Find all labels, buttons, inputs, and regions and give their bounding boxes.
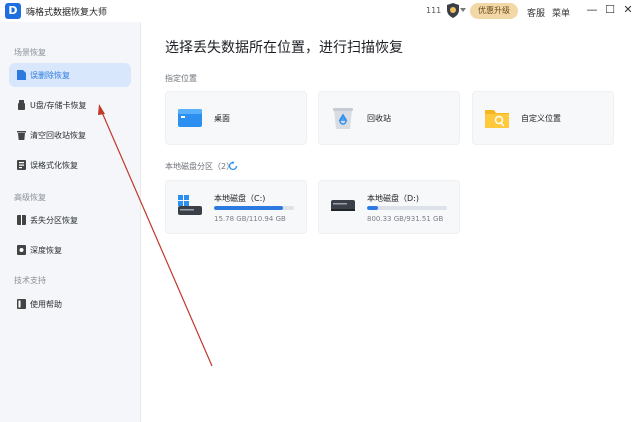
sidebar-item-label: 丢失分区恢复 xyxy=(30,216,78,225)
chevron-down-icon[interactable] xyxy=(460,8,466,12)
location-card-desktop[interactable]: 桌面 xyxy=(165,91,307,145)
maximize-icon[interactable]: ☐ xyxy=(604,4,616,16)
sidebar-item-label: 清空回收站恢复 xyxy=(30,131,86,140)
folder-search-icon xyxy=(485,110,509,128)
location-card-recycle[interactable]: 回收站 xyxy=(318,91,460,145)
partition-icon xyxy=(17,215,26,225)
file-icon xyxy=(17,70,26,80)
sidebar-item-label: U盘/存储卡恢复 xyxy=(30,101,87,110)
app-title: 嗨格式数据恢复大师 xyxy=(26,8,108,18)
app-logo: D xyxy=(5,3,21,19)
sidebar-item-deep-recovery[interactable]: 深度恢复 xyxy=(9,238,131,262)
page-title: 选择丢失数据所在位置，进行扫描恢复 xyxy=(165,40,403,56)
sidebar-item-help[interactable]: 使用帮助 xyxy=(9,292,131,316)
close-icon[interactable]: ✕ xyxy=(622,4,634,16)
sidebar-item-label: 误格式化恢复 xyxy=(30,161,78,170)
sidebar-item-label: 使用帮助 xyxy=(30,300,62,309)
sidebar-item-label: 误删除恢复 xyxy=(30,71,70,80)
section-title-support: 技术支持 xyxy=(14,276,46,285)
desktop-icon xyxy=(178,109,202,127)
drive-card-c[interactable]: 本地磁盘（C:) 15.78 GB/110.94 GB xyxy=(165,180,307,234)
upgrade-button[interactable]: 优惠升级 xyxy=(470,3,518,19)
section-title-advanced: 高级恢复 xyxy=(14,193,46,202)
recycle-bin-icon xyxy=(17,131,26,140)
help-book-icon xyxy=(17,299,26,309)
recycle-bin-icon xyxy=(333,108,353,129)
location-card-custom[interactable]: 自定义位置 xyxy=(472,91,614,145)
format-icon xyxy=(17,160,26,170)
menu-button[interactable]: 菜单 xyxy=(552,6,570,19)
sidebar-item-label: 深度恢复 xyxy=(30,246,62,255)
title-bar: D 嗨格式数据恢复大师 111 优惠升级 客服 菜单 — ☐ ✕ xyxy=(0,0,640,22)
deep-scan-icon xyxy=(17,245,26,255)
section-title-scene: 场景恢复 xyxy=(14,48,46,57)
points-count: 111 xyxy=(426,6,442,15)
windows-drive-icon xyxy=(178,195,202,215)
sidebar-item-usb-recovery[interactable]: U盘/存储卡恢复 xyxy=(9,93,131,117)
drive-size: 15.78 GB/110.94 GB xyxy=(214,215,286,223)
drive-icon xyxy=(331,200,355,211)
sidebar-item-deleted-recovery[interactable]: 误删除恢复 xyxy=(9,63,131,87)
customer-service-button[interactable]: 客服 xyxy=(527,6,545,19)
drive-card-d[interactable]: 本地磁盘（D:) 800.33 GB/931.51 GB xyxy=(318,180,460,234)
sidebar-item-partition-recovery[interactable]: 丢失分区恢复 xyxy=(9,208,131,232)
location-label: 桌面 xyxy=(214,114,230,123)
disk-section-title: 本地磁盘分区（2） xyxy=(165,162,235,171)
sidebar-item-format-recovery[interactable]: 误格式化恢复 xyxy=(9,153,131,177)
drive-usage-bar xyxy=(214,206,294,210)
vip-shield-icon[interactable] xyxy=(446,3,460,18)
minimize-icon[interactable]: — xyxy=(586,4,598,16)
drive-usage-bar xyxy=(367,206,447,210)
sidebar: 场景恢复 误删除恢复 U盘/存储卡恢复 清空回收站恢复 误格式化恢复 高级恢复 … xyxy=(0,22,141,422)
location-label: 回收站 xyxy=(367,114,391,123)
drive-name: 本地磁盘（D:) xyxy=(367,194,419,203)
usb-icon xyxy=(18,100,25,110)
drive-size: 800.33 GB/931.51 GB xyxy=(367,215,444,223)
locations-title: 指定位置 xyxy=(165,74,197,83)
location-label: 自定义位置 xyxy=(521,114,561,123)
drive-name: 本地磁盘（C:) xyxy=(214,194,266,203)
refresh-icon[interactable] xyxy=(228,161,238,171)
sidebar-item-recycle-recovery[interactable]: 清空回收站恢复 xyxy=(9,123,131,147)
